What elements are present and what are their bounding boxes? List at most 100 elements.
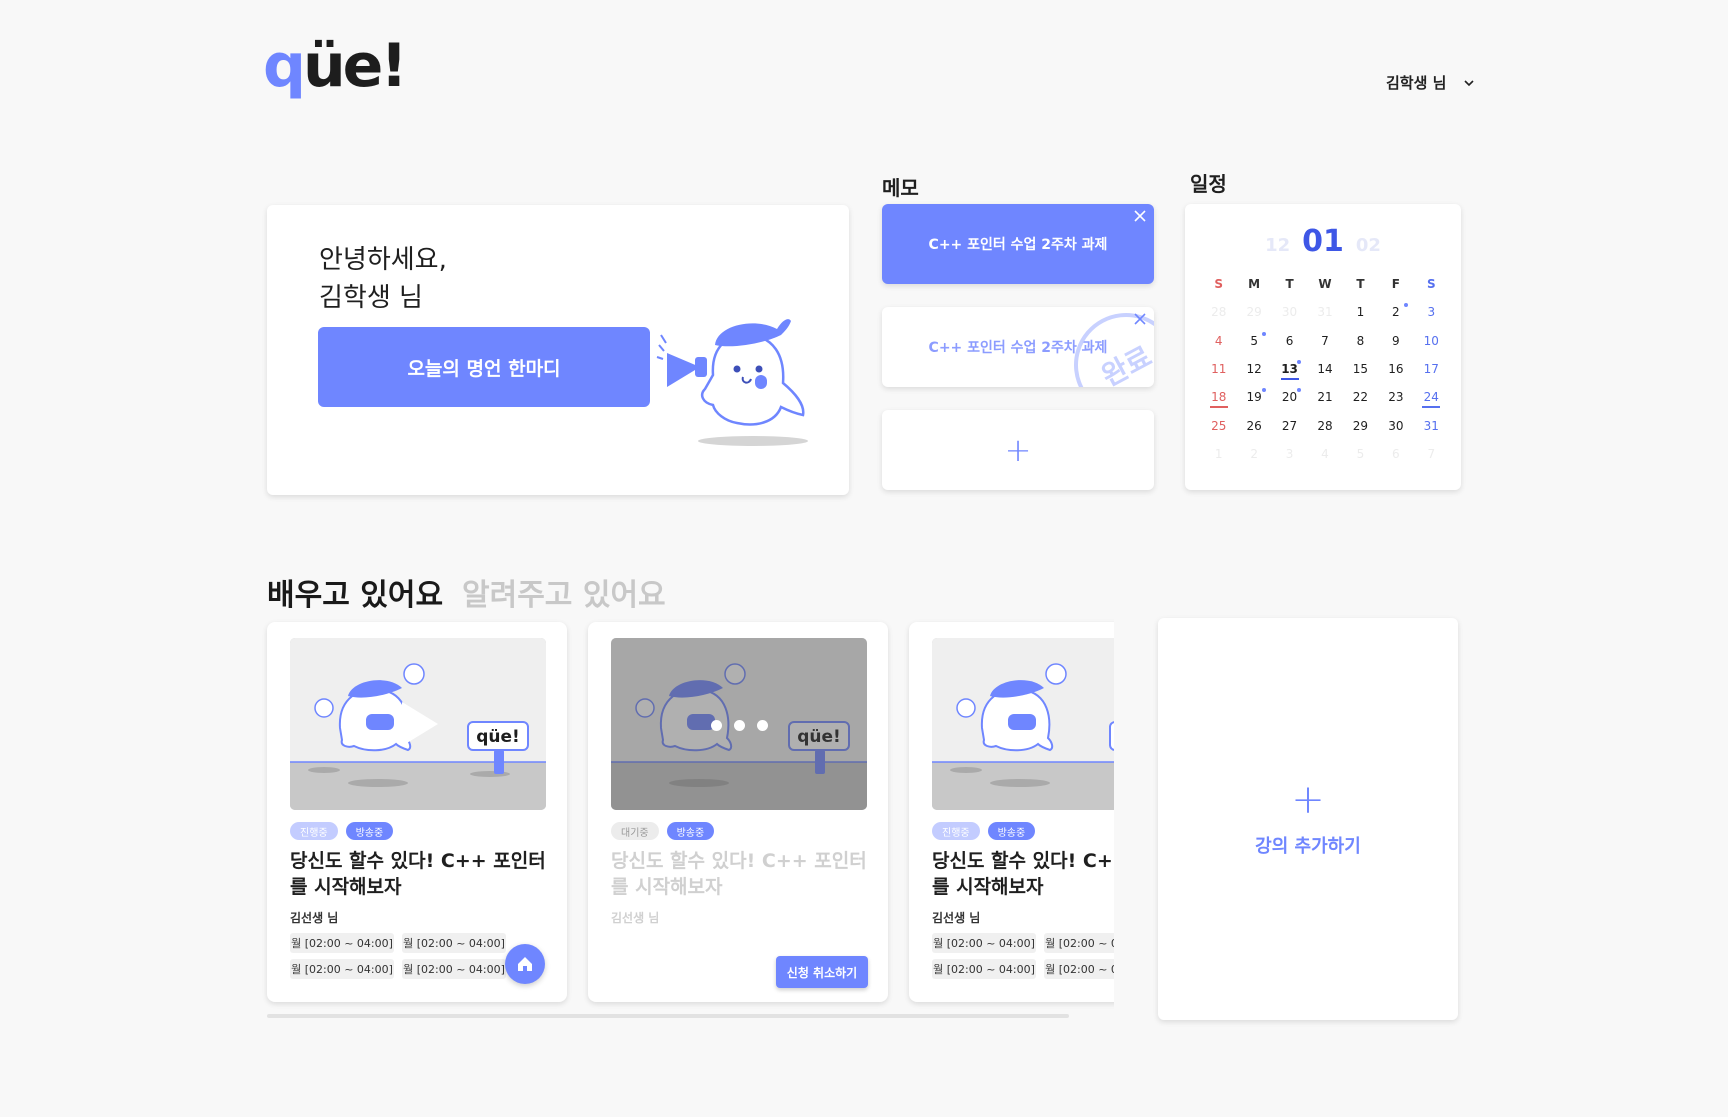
course-schedule-list: 월 [02:00 ~ 04:00] 월 [02:00 ~ 04:00] 월 [0…: [290, 933, 520, 979]
calendar-day: 2: [1250, 446, 1258, 461]
calendar-day[interactable]: 4: [1201, 327, 1236, 355]
calendar-day[interactable]: 2: [1378, 298, 1413, 326]
calendar-day[interactable]: 20: [1272, 383, 1307, 411]
live-badge: 방송중: [345, 822, 394, 840]
loading-dots-icon: [711, 720, 768, 731]
schedule-chip: 월 [02:00 ~ 04:00]: [290, 959, 394, 979]
weekday-label: T: [1356, 277, 1365, 292]
calendar-day[interactable]: 11: [1201, 355, 1236, 383]
calendar-day: 7: [1427, 446, 1436, 461]
calendar-day[interactable]: 1: [1343, 298, 1378, 326]
play-icon[interactable]: [402, 702, 438, 746]
schedule-chip: 월 [02:00 ~ 04:00]: [402, 959, 506, 979]
calendar-day[interactable]: 22: [1343, 383, 1378, 411]
quote-of-the-day-button[interactable]: 오늘의 명언 한마디: [318, 327, 650, 407]
course-card[interactable]: qüe! 대기중 방송중 당신도 할수 있다! C++ 포인터를 시작해보자 김…: [588, 622, 888, 1002]
course-carousel[interactable]: qüe! 진행중 방송중 당신도 할수 있다! C++ 포인터를 시작해보자 김…: [260, 612, 1114, 1012]
calendar-day[interactable]: 21: [1307, 383, 1342, 411]
weekday-label: W: [1318, 277, 1332, 292]
calendar-day: 30: [1281, 305, 1298, 320]
calendar-day[interactable]: 27: [1272, 411, 1307, 439]
calendar-day[interactable]: 30: [1378, 411, 1413, 439]
course-teacher: 김선생 님: [290, 911, 339, 925]
schedule-chip: 월 [02:00 ~ 04:00]: [1044, 933, 1114, 953]
calendar-grid: S M T W T F S 28 29 30 31 1 2 3 4 5 6 7 8 9 10 11 12 13 14 15 16 17…: [1201, 270, 1449, 468]
calendar-day[interactable]: 29: [1343, 411, 1378, 439]
add-memo-button[interactable]: +: [882, 410, 1154, 490]
status-badge: 대기중: [611, 822, 659, 840]
tab-learning[interactable]: 배우고 있어요: [267, 570, 443, 614]
tab-teaching[interactable]: 알려주고 있어요: [462, 570, 666, 614]
calendar-day[interactable]: 24: [1414, 383, 1449, 411]
que-logo[interactable]: q üe!: [263, 30, 408, 101]
course-badges: 진행중 방송중: [290, 822, 394, 840]
calendar-day[interactable]: 7: [1307, 327, 1342, 355]
live-badge: 방송중: [666, 822, 715, 840]
course-thumbnail[interactable]: qüe!: [290, 638, 546, 810]
calendar: 12 01 02 S M T W T F S 28 29 30 31 1 2 3 4 5 6 7 8 9 10 11 12 1…: [1185, 204, 1461, 490]
course-thumbnail: qüe!: [611, 638, 867, 810]
course-card[interactable]: 진행중 방송중 당신도 할수 있다! C++ 포인터를 시작해보자 김선생 님 …: [909, 622, 1114, 1002]
close-icon[interactable]: [1134, 313, 1146, 325]
course-title[interactable]: 당신도 할수 있다! C++ 포인터를 시작해보자: [932, 848, 1114, 900]
schedule-chip: 월 [02:00 ~ 04:00]: [1044, 959, 1114, 979]
current-month: 01: [1302, 224, 1344, 259]
calendar-day[interactable]: 23: [1378, 383, 1413, 411]
course-card[interactable]: qüe! 진행중 방송중 당신도 할수 있다! C++ 포인터를 시작해보자 김…: [267, 622, 567, 1002]
schedule-chip: 월 [02:00 ~ 04:00]: [290, 933, 394, 953]
calendar-day: 4: [1321, 446, 1329, 461]
add-course-label: 강의 추가하기: [1255, 836, 1361, 857]
course-teacher: 김선생 님: [611, 911, 660, 925]
logo-rest: üe!: [302, 31, 408, 101]
add-course-button[interactable]: + 강의 추가하기: [1158, 618, 1458, 1020]
calendar-day[interactable]: 17: [1414, 355, 1449, 383]
chevron-down-icon: [1464, 79, 1475, 86]
course-teacher: 김선생 님: [932, 911, 981, 925]
calendar-day[interactable]: 6: [1272, 327, 1307, 355]
calendar-day[interactable]: 18: [1201, 383, 1236, 411]
calendar-day[interactable]: 19: [1236, 383, 1271, 411]
calendar-day[interactable]: 8: [1343, 327, 1378, 355]
schedule-title: 일정: [1190, 172, 1227, 196]
calendar-day[interactable]: 15: [1343, 355, 1378, 383]
calendar-day[interactable]: 12: [1236, 355, 1271, 383]
prev-month-button[interactable]: 12: [1265, 235, 1290, 256]
user-menu[interactable]: 김학생 님: [1386, 72, 1475, 93]
course-badges: 진행중 방송중: [932, 822, 1036, 840]
calendar-day[interactable]: 26: [1236, 411, 1271, 439]
user-name: 김학생 님: [1386, 74, 1447, 92]
greeting-text: 안녕하세요, 김학생 님: [319, 241, 447, 317]
calendar-day[interactable]: 3: [1414, 298, 1449, 326]
weekday-label: S: [1214, 277, 1224, 292]
schedule-chip: 월 [02:00 ~ 04:00]: [932, 933, 1036, 953]
calendar-day[interactable]: 16: [1378, 355, 1413, 383]
calendar-day[interactable]: 31: [1414, 411, 1449, 439]
home-button[interactable]: [505, 944, 545, 984]
carousel-scrollbar[interactable]: [267, 1014, 1069, 1018]
calendar-month-header: 12 01 02: [1185, 224, 1461, 259]
live-badge: 방송중: [987, 822, 1036, 840]
calendar-day: 3: [1285, 446, 1294, 461]
calendar-day[interactable]: 28: [1307, 411, 1342, 439]
calendar-day[interactable]: 25: [1201, 411, 1236, 439]
close-icon[interactable]: [1134, 210, 1146, 222]
calendar-day[interactable]: 5: [1236, 327, 1271, 355]
calendar-day[interactable]: 10: [1414, 327, 1449, 355]
course-title[interactable]: 당신도 할수 있다! C++ 포인터를 시작해보자: [611, 848, 871, 900]
sign-logo-text: qüe!: [476, 727, 520, 747]
next-month-button[interactable]: 02: [1356, 235, 1381, 256]
calendar-day[interactable]: 9: [1378, 327, 1413, 355]
memo-item[interactable]: C++ 포인터 수업 2주차 과제: [882, 204, 1154, 284]
cancel-application-button[interactable]: 신청 취소하기: [776, 956, 868, 988]
schedule-chip: 월 [02:00 ~ 04:00]: [402, 933, 506, 953]
calendar-day[interactable]: 14: [1307, 355, 1342, 383]
weekday-label: T: [1285, 277, 1294, 292]
memo-item-done[interactable]: C++ 포인터 수업 2주차 과제 완료: [882, 307, 1154, 387]
course-thumbnail[interactable]: [932, 638, 1114, 810]
course-title[interactable]: 당신도 할수 있다! C++ 포인터를 시작해보자: [290, 848, 550, 900]
calendar-day: 29: [1246, 305, 1262, 320]
status-badge: 진행중: [290, 822, 338, 840]
calendar-day[interactable]: 13: [1272, 355, 1307, 383]
memo-text: C++ 포인터 수업 2주차 과제: [928, 237, 1108, 253]
course-thumbnail-illustration: [932, 638, 1114, 810]
